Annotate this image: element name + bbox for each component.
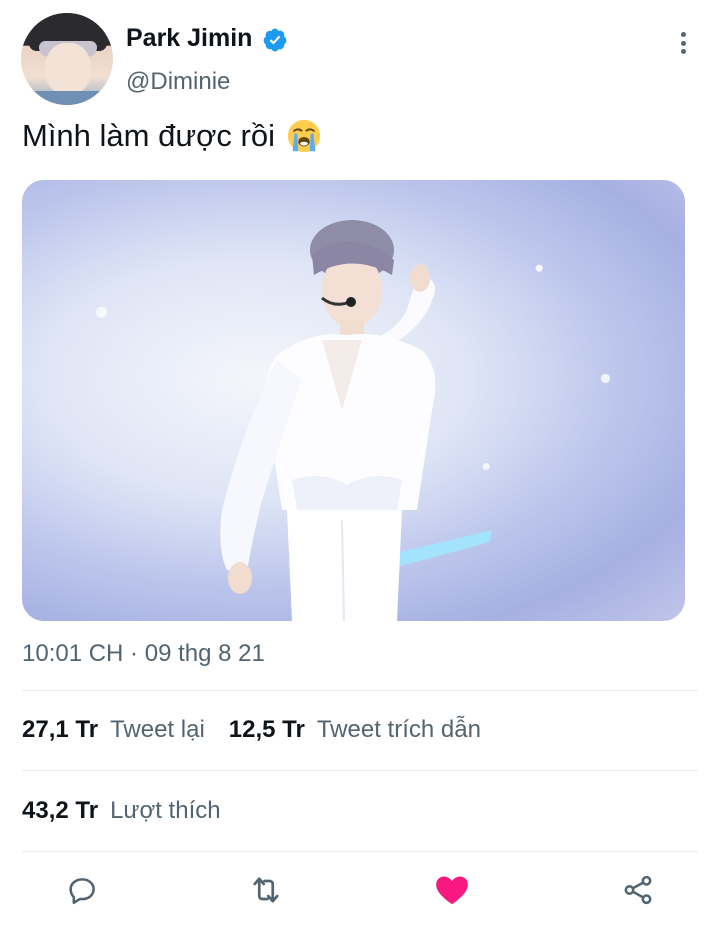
likes-row: 43,2 Tr Lượt thích [22,791,245,831]
avatar-face [45,43,91,95]
share-icon [624,875,652,905]
tweet-text-content: Mình làm được rồi [22,118,275,153]
performer-figure [220,220,492,621]
verified-badge-icon [263,28,287,52]
tweet-header: Park Jimin @Diminie [0,0,720,110]
avatar-shirt [21,91,113,105]
more-dot [680,32,686,37]
reply-button[interactable] [62,870,102,910]
quote-count[interactable]: 12,5 Tr [229,716,305,744]
divider [22,770,698,771]
divider [22,690,698,691]
retweet-count[interactable]: 27,1 Tr [22,716,98,744]
retweet-label[interactable]: Tweet lại [110,716,205,744]
retweet-button[interactable] [246,870,286,910]
author-avatar[interactable] [21,13,113,105]
like-label[interactable]: Lượt thích [110,797,221,825]
tweet-text: Mình làm được rồi [22,117,323,155]
quote-label[interactable]: Tweet trích dẫn [317,716,481,744]
share-button[interactable] [618,870,658,910]
reply-bubble-icon [69,878,95,905]
divider [22,851,698,852]
action-bar [0,870,720,920]
tweet-media-photo[interactable] [22,180,685,621]
retweet-icon [253,877,279,903]
engagement-row: 27,1 Tr Tweet lại 12,5 Tr Tweet trích dẫ… [22,710,505,750]
more-options-icon[interactable] [670,30,696,56]
tweet-timestamp[interactable]: 10:01 CH · 09 thg 8 21 [22,640,265,668]
author-name[interactable]: Park Jimin [126,24,252,53]
like-count[interactable]: 43,2 Tr [22,797,98,825]
more-dot [680,49,686,54]
loudly-crying-face-icon [287,119,321,153]
more-dot [680,40,686,46]
author-handle[interactable]: @Diminie [126,68,230,96]
like-button[interactable] [432,870,472,910]
heart-filled-icon [436,876,468,905]
